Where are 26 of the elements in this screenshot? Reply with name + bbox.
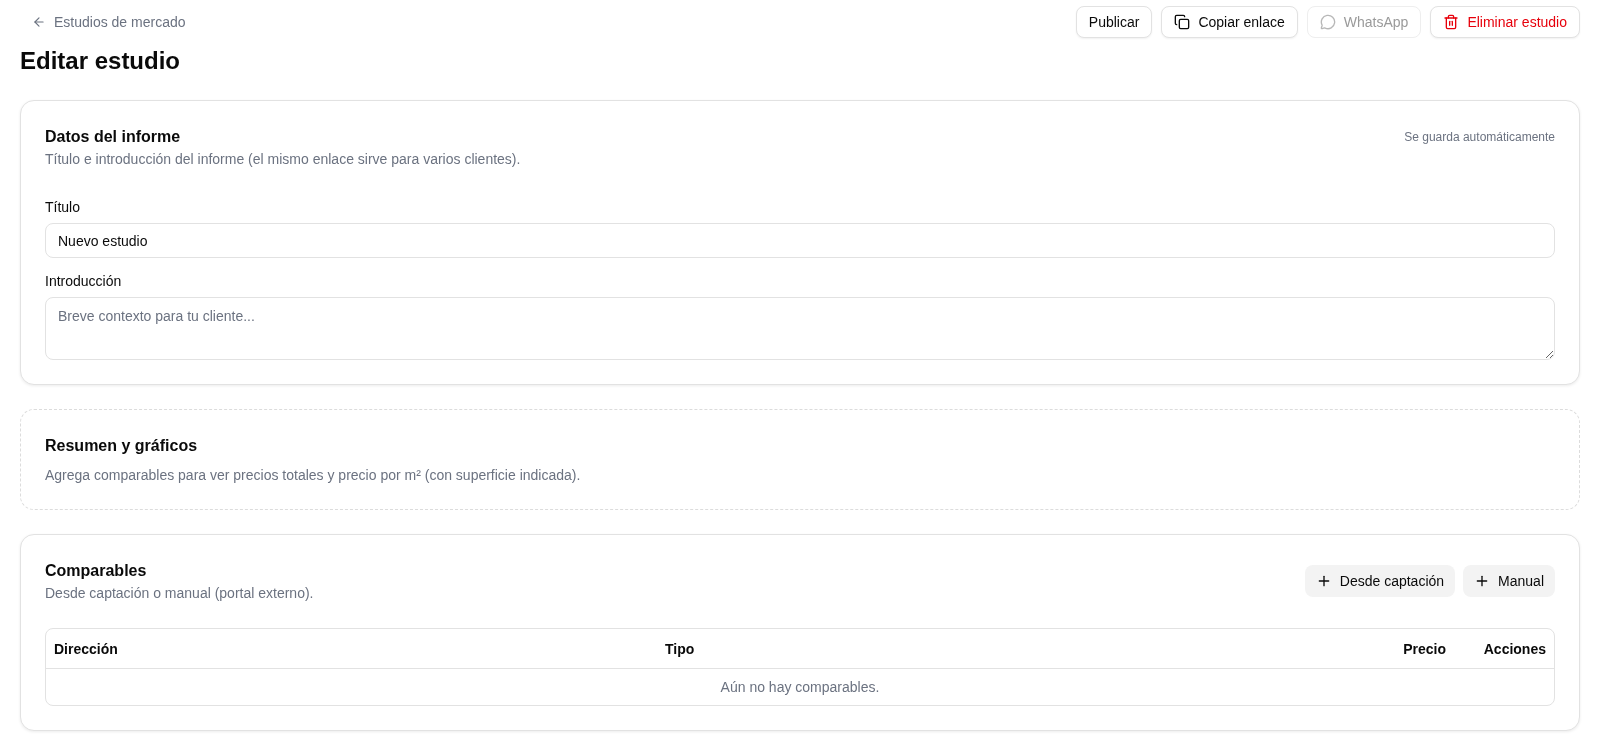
column-header: Dirección bbox=[54, 640, 118, 657]
intro-textarea[interactable]: Breve contexto para tu cliente... bbox=[45, 297, 1555, 360]
title-input[interactable]: Nuevo estudio bbox=[45, 223, 1555, 258]
card-subtitle: Título e introducción del informe (el mismo enlace sirve para varios clientes). bbox=[45, 150, 521, 169]
add-button[interactable]: Manual bbox=[1463, 565, 1555, 597]
chat-bubble-icon bbox=[1319, 14, 1336, 30]
empty-message: Aún no hay comparables. bbox=[720, 679, 880, 695]
page-title: Editar estudio bbox=[20, 46, 182, 76]
column-header: Acciones bbox=[1483, 640, 1546, 657]
card-subtitle: Agrega comparables para ver precios totales y precio por m² (con superficie indicada). bbox=[45, 466, 582, 485]
column-header: Tipo bbox=[665, 640, 695, 657]
card-title: Resumen y gráficos bbox=[45, 436, 199, 456]
field-label: Introducción bbox=[45, 272, 123, 291]
publish-button[interactable]: Publicar bbox=[1075, 6, 1153, 38]
field-label: Título bbox=[45, 198, 81, 217]
trash-icon bbox=[1443, 14, 1460, 30]
autosave-note: Se guarda automáticamente bbox=[1404, 129, 1555, 146]
card-title: Datos del informe bbox=[45, 127, 182, 147]
column-header: Precio bbox=[1403, 640, 1446, 657]
copy-icon bbox=[1174, 14, 1191, 30]
delete-button[interactable]: Eliminar estudio bbox=[1430, 6, 1580, 38]
back-link[interactable]: Estudios de mercado bbox=[32, 14, 186, 30]
add-button[interactable]: Desde captación bbox=[1304, 565, 1456, 597]
card-subtitle: Desde captación o manual (portal externo). bbox=[45, 584, 314, 603]
card-title: Comparables bbox=[45, 561, 148, 581]
copy-link-button[interactable]: Copiar enlace bbox=[1161, 6, 1298, 38]
